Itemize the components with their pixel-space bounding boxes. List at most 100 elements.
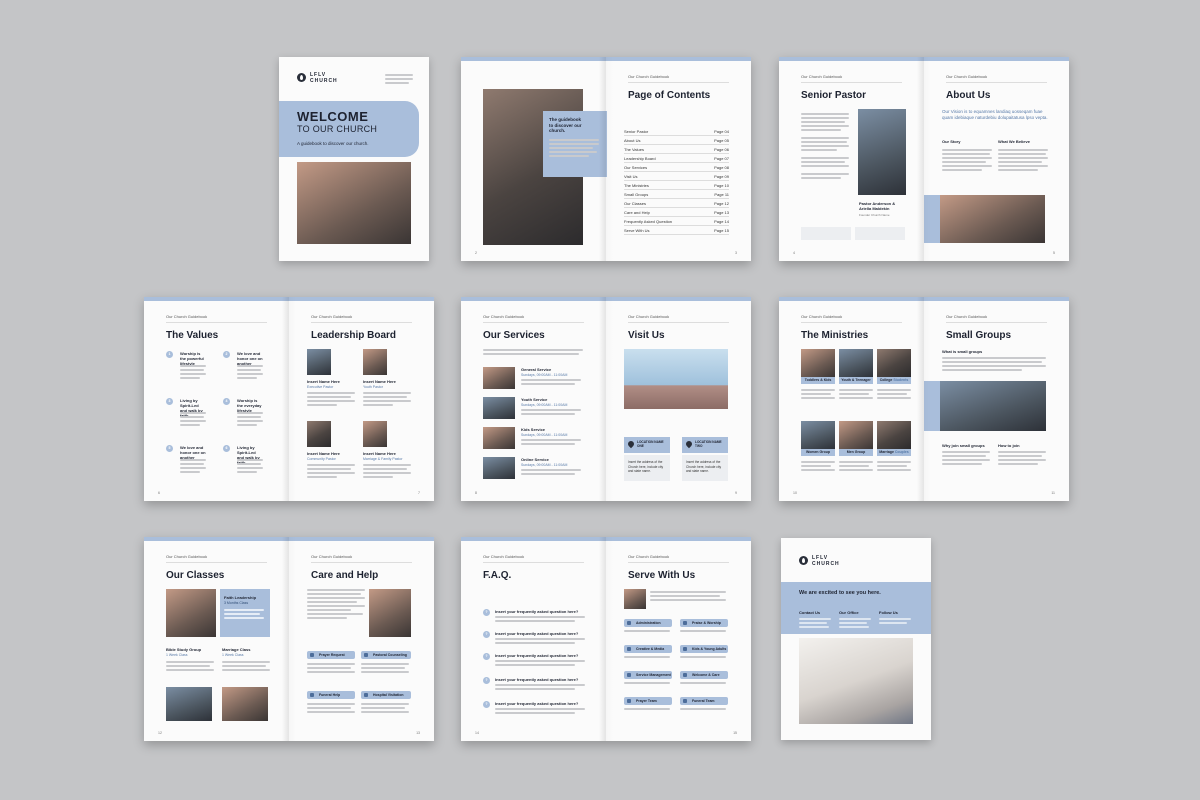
value-number-badge: 1 (166, 351, 173, 358)
services-title: Our Services (483, 330, 545, 341)
leader-photo (307, 421, 331, 447)
toc-row[interactable]: About Us Page 05 (624, 138, 729, 145)
leadership-title: Leadership Board (311, 330, 397, 341)
spread-ministries-groups: Our Church Guidebook The Ministries Todd… (779, 297, 1069, 501)
toc-row[interactable]: Visit Us Page 09 (624, 174, 729, 181)
small-groups-title: Small Groups (946, 330, 1012, 341)
serve-item[interactable]: Prayer Team (624, 697, 672, 705)
class-photo (222, 687, 268, 721)
serve-item[interactable]: Welcome & Care (680, 671, 728, 679)
spread-classes-care: Our Church Guidebook Our Classes Faith L… (144, 537, 434, 741)
brand-name: LFLV CHURCH (310, 72, 338, 84)
toc-row[interactable]: The Values Page 06 (624, 147, 729, 154)
pastor-photo (858, 109, 906, 195)
pastor-role: Founder Church Name (859, 213, 890, 217)
pastor-names: Pastor Anderson & Ariella Maldekin (859, 201, 896, 211)
faq-question[interactable]: Insert your frequently asked question he… (495, 631, 578, 636)
callout-text: The guidebook to discover our church. (549, 117, 582, 133)
care-item[interactable]: Funeral Help (307, 691, 355, 699)
value-number-badge: 2 (223, 351, 230, 358)
question-icon: ? (483, 677, 490, 684)
spread-pastor-about: Our Church Guidebook Senior Pastor Pasto… (779, 57, 1069, 261)
small-group-photo (940, 381, 1046, 431)
ministry-photo (839, 349, 873, 377)
back-cover-page: LFLV CHURCH We are excited to see you her… (781, 538, 931, 740)
leader-photo (363, 421, 387, 447)
toc-row[interactable]: Senior Pastor Page 04 (624, 129, 729, 136)
serve-item[interactable]: Creative & Media (624, 645, 672, 653)
spread-faq-serve: Our Church Guidebook F.A.Q. ? Insert you… (461, 537, 751, 741)
ministry-photo (801, 421, 835, 449)
ministry-photo (877, 349, 911, 377)
care-item[interactable]: Pastoral Counseling (361, 651, 411, 659)
toc-title: Page of Contents (628, 90, 711, 101)
serve-item[interactable]: Funeral Team (680, 697, 728, 705)
running-header: Our Church Guidebook (628, 74, 670, 79)
service-photo (483, 427, 515, 449)
toc-row[interactable]: Our Services Page 08 (624, 165, 729, 172)
question-icon: ? (483, 653, 490, 660)
class-photo (166, 687, 212, 721)
about-title: About Us (946, 90, 991, 101)
toc-row[interactable]: Leadership Board Page 07 (624, 156, 729, 163)
serve-title: Serve With Us (628, 570, 696, 581)
care-title: Care and Help (311, 570, 379, 581)
community-photo (940, 195, 1045, 243)
ministry-photo (839, 421, 873, 449)
toc-row[interactable]: Care and Help Page 13 (624, 210, 729, 217)
spread-contents: The guidebook to discover our church. 2 … (461, 57, 751, 261)
cover-title-line2: TO OUR CHURCH (297, 124, 378, 134)
back-tagline: We are excited to see you here. (799, 590, 881, 596)
spread-values-leadership: Our Church Guidebook The Values 1 Worshi… (144, 297, 434, 501)
faq-question[interactable]: Insert your frequently asked question he… (495, 653, 578, 658)
value-number-badge: 6 (223, 445, 230, 452)
vision-statement: Our Vision is to equamnes landiaq uosseq… (942, 109, 1048, 120)
leader-photo (307, 349, 331, 375)
faq-question[interactable]: Insert your frequently asked question he… (495, 609, 578, 614)
cover-page: LFLV CHURCH WELCOME TO OUR CHURCH A guide… (279, 57, 429, 261)
cover-subtitle: A guidebook to discover our church. (297, 141, 369, 146)
visit-title: Visit Us (628, 330, 665, 341)
value-number-badge: 3 (166, 398, 173, 405)
toc-row[interactable]: Small Groups Page 11 (624, 192, 729, 199)
values-title: The Values (166, 330, 219, 341)
question-icon: ? (483, 701, 490, 708)
toc-row[interactable]: The Ministries Page 10 (624, 183, 729, 190)
cover-group-photo (297, 162, 411, 244)
serve-photo (624, 589, 646, 609)
brand-name: LFLV CHURCH (812, 555, 840, 567)
value-number-badge: 5 (166, 445, 173, 452)
service-photo (483, 457, 515, 479)
church-logo-icon (297, 73, 306, 82)
faq-title: F.A.Q. (483, 570, 512, 581)
church-building-photo (624, 349, 728, 409)
church-logo-icon (799, 556, 808, 565)
question-icon: ? (483, 609, 490, 616)
care-item[interactable]: Prayer Request (307, 651, 355, 659)
serve-item[interactable]: Praise & Worship (680, 619, 728, 627)
ministry-photo (801, 349, 835, 377)
serve-item[interactable]: Kids & Young Adults (680, 645, 728, 653)
service-photo (483, 367, 515, 389)
ministry-photo (877, 421, 911, 449)
serve-item[interactable]: Service Management (624, 671, 672, 679)
classes-title: Our Classes (166, 570, 225, 581)
value-number-badge: 4 (223, 398, 230, 405)
reading-photo (799, 638, 913, 724)
pastor-title: Senior Pastor (801, 90, 867, 101)
care-item[interactable]: Hospital Visitation (361, 691, 411, 699)
service-photo (483, 397, 515, 419)
spread-services-visit: Our Church Guidebook Our Services Genera… (461, 297, 751, 501)
faq-question[interactable]: Insert your frequently asked question he… (495, 677, 578, 682)
faq-question[interactable]: Insert your frequently asked question he… (495, 701, 578, 706)
prayer-photo (369, 589, 411, 637)
leader-photo (363, 349, 387, 375)
serve-item[interactable]: Administration (624, 619, 672, 627)
mockup-canvas: { "brand": {"line1": "LFLV", "line2": "C… (0, 0, 1200, 800)
toc-row[interactable]: Frequently Asked Question Page 14 (624, 219, 729, 226)
class-photo (166, 589, 216, 637)
cover-title-line1: WELCOME (297, 109, 369, 124)
toc-row[interactable]: Our Classes Page 12 (624, 201, 729, 208)
toc-row[interactable]: Serve With Us Page 15 (624, 228, 729, 235)
question-icon: ? (483, 631, 490, 638)
